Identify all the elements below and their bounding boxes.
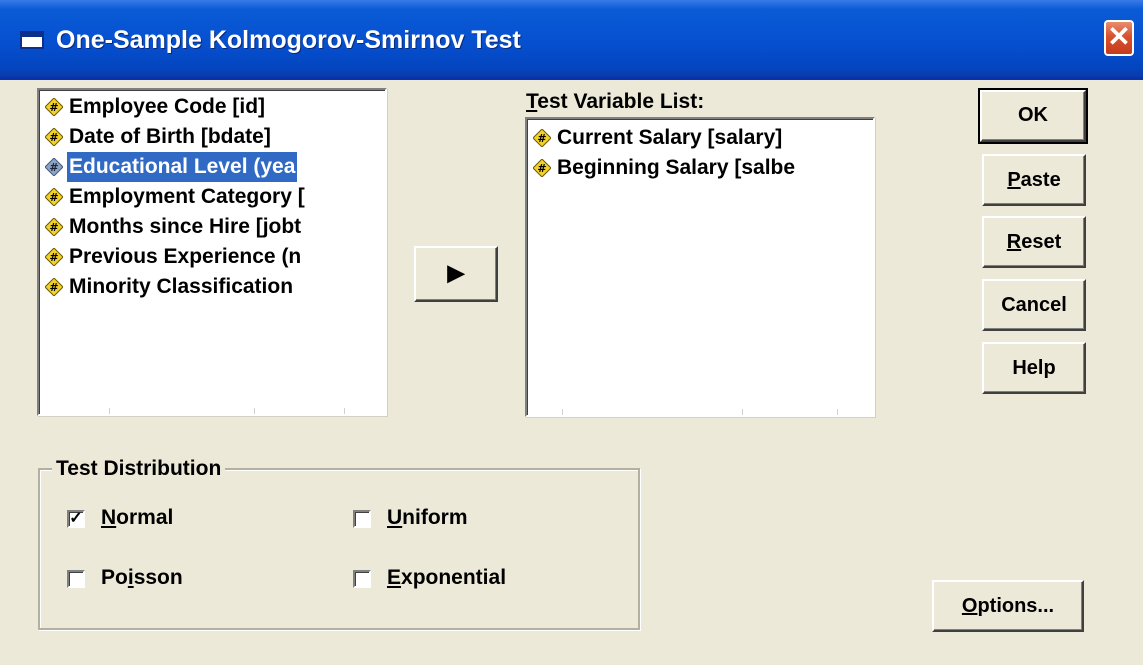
list-item-label: Date of Birth [bdate] bbox=[69, 125, 271, 148]
list-divider bbox=[109, 408, 110, 414]
normal-checkbox[interactable]: ✓ bbox=[67, 510, 85, 528]
list-item-label: Employment Category [ bbox=[69, 185, 305, 208]
svg-text:#: # bbox=[49, 131, 58, 144]
list-item-label: Current Salary [salary] bbox=[557, 126, 783, 149]
scale-variable-icon: # bbox=[45, 248, 63, 266]
svg-text:#: # bbox=[537, 162, 546, 175]
scale-variable-icon: # bbox=[45, 128, 63, 146]
list-divider bbox=[562, 409, 563, 415]
uniform-label[interactable]: Uniform bbox=[387, 506, 468, 530]
list-item-label: Minority Classification bbox=[69, 275, 294, 298]
svg-text:#: # bbox=[49, 161, 58, 174]
reset-button[interactable]: Reset bbox=[982, 216, 1086, 268]
list-divider bbox=[742, 409, 743, 415]
uniform-checkbox[interactable] bbox=[353, 510, 371, 528]
cancel-button-label: Cancel bbox=[1001, 294, 1067, 316]
right-arrow-icon: ▶ bbox=[447, 260, 465, 285]
test-variable-list-label: Test Variable List: bbox=[526, 90, 705, 113]
move-variable-button[interactable]: ▶ bbox=[414, 246, 498, 302]
scale-variable-icon: # bbox=[45, 188, 63, 206]
exponential-label[interactable]: Exponential bbox=[387, 566, 506, 590]
test-distribution-group bbox=[38, 468, 640, 630]
list-item-label: Beginning Salary [salbe bbox=[557, 156, 796, 179]
scale-variable-icon: # bbox=[533, 129, 551, 147]
title-bar[interactable]: One-Sample Kolmogorov-Smirnov Test ✕ bbox=[0, 0, 1143, 80]
options-button[interactable]: Options... bbox=[932, 580, 1084, 632]
close-button[interactable]: ✕ bbox=[1104, 20, 1134, 56]
list-item-label: Previous Experience (n bbox=[69, 245, 302, 268]
list-divider bbox=[837, 409, 838, 415]
poisson-label[interactable]: Poisson bbox=[101, 566, 183, 590]
source-variable-list[interactable]: # Employee Code [id] # Date of Birth [bd… bbox=[37, 88, 387, 416]
scale-variable-icon: # bbox=[45, 158, 63, 176]
scale-variable-icon: # bbox=[533, 159, 551, 177]
list-divider bbox=[254, 408, 255, 414]
svg-text:#: # bbox=[49, 251, 58, 264]
ok-button-label: OK bbox=[1018, 104, 1048, 126]
list-item-label: Educational Level (yea bbox=[65, 151, 299, 183]
svg-text:#: # bbox=[537, 132, 546, 145]
ok-button[interactable]: OK bbox=[978, 88, 1088, 144]
svg-text:#: # bbox=[49, 221, 58, 234]
help-button-label: Help bbox=[1012, 357, 1056, 379]
list-item-label: Employee Code [id] bbox=[69, 95, 266, 118]
list-item-label: Months since Hire [jobt bbox=[69, 215, 302, 238]
test-distribution-title: Test Distribution bbox=[52, 455, 226, 483]
checkmark-icon: ✓ bbox=[69, 510, 83, 527]
scale-variable-icon: # bbox=[45, 98, 63, 116]
svg-text:#: # bbox=[49, 281, 58, 294]
window-title: One-Sample Kolmogorov-Smirnov Test bbox=[56, 26, 521, 54]
poisson-checkbox[interactable] bbox=[67, 570, 85, 588]
window-icon bbox=[20, 31, 44, 49]
test-variable-list[interactable]: # Current Salary [salary] # Beginning Sa… bbox=[525, 117, 875, 417]
svg-text:#: # bbox=[49, 101, 58, 114]
list-divider bbox=[344, 408, 345, 414]
paste-button[interactable]: Paste bbox=[982, 154, 1086, 206]
cancel-button[interactable]: Cancel bbox=[982, 279, 1086, 331]
normal-label[interactable]: Normal bbox=[101, 506, 173, 530]
scale-variable-icon: # bbox=[45, 218, 63, 236]
scale-variable-icon: # bbox=[45, 278, 63, 296]
help-button[interactable]: Help bbox=[982, 342, 1086, 394]
svg-text:#: # bbox=[49, 191, 58, 204]
exponential-checkbox[interactable] bbox=[353, 570, 371, 588]
